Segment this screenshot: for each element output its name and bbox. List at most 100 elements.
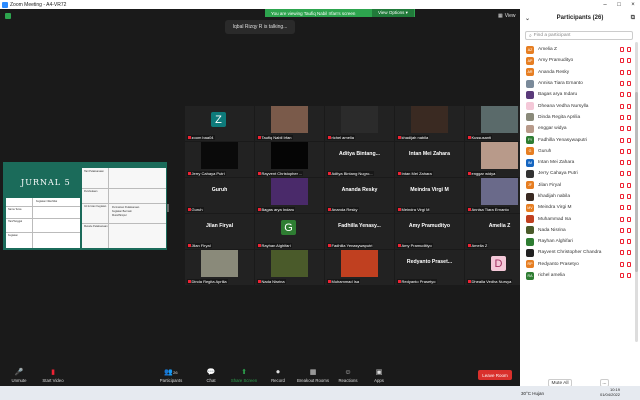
pop-out-icon[interactable]: ⧉ <box>631 15 635 22</box>
video-tile[interactable]: Zzoom baa04 <box>185 106 254 141</box>
video-tile[interactable]: Jilan Firyal Jilan Firyal <box>185 214 254 249</box>
participant-status-icons <box>620 126 631 132</box>
breakout-rooms-icon: ▦ <box>309 369 317 376</box>
shared-screen[interactable]: JURNAL 5 Kegiatan Nilai-Nilai Nama Tema … <box>3 162 167 250</box>
video-tile[interactable]: Jerry Cahaya Putri <box>185 142 254 177</box>
participant-avatar <box>526 215 534 224</box>
participant-avatar: FY <box>526 136 534 145</box>
clock: 10:19 01/04/2022 <box>600 387 620 398</box>
video-feed <box>271 106 308 133</box>
participant-status-icons <box>620 261 631 267</box>
video-tile[interactable]: Dinda Regita Aprilia <box>185 250 254 285</box>
participant-name: richel amelia <box>538 273 565 279</box>
participant-scrollbar[interactable] <box>635 42 638 342</box>
reactions-button[interactable]: ☺ Reactions <box>331 369 365 383</box>
mic-muted-icon <box>620 126 624 132</box>
mic-muted-icon <box>620 250 624 256</box>
video-tile[interactable]: richel amelia <box>325 106 394 141</box>
split-handle[interactable] <box>167 204 169 212</box>
reactions-label: Reactions <box>338 378 358 383</box>
video-tile[interactable]: Muhammad Isa <box>325 250 394 285</box>
participant-row[interactable]: RA richel amelia <box>520 270 634 281</box>
tile-display-name: Intan Mei Zahara <box>409 151 450 157</box>
tile-name-label: Amy Pramuditiyo <box>397 243 433 248</box>
participant-row[interactable]: Nada Nisrina <box>520 225 634 236</box>
search-icon: ⌕ <box>529 33 532 39</box>
chevron-down-icon[interactable]: ⌄ <box>525 15 530 22</box>
close-icon[interactable]: × <box>626 2 640 8</box>
unmute-button[interactable]: 🎤 Unmute <box>2 369 36 383</box>
video-tile[interactable]: Rayvent Christopher ... <box>255 142 324 177</box>
share-screen-button[interactable]: ⬆ Share Screen <box>227 369 261 383</box>
tile-display-name: Jilan Firyal <box>205 223 234 229</box>
participant-row[interactable]: enggar widya <box>520 123 634 134</box>
chat-icon: 💬 <box>206 369 216 376</box>
participant-row[interactable]: Muhammad Isa <box>520 213 634 224</box>
apps-button[interactable]: ▣ Apps <box>362 369 396 383</box>
participant-row[interactable]: IM Intan Mei Zahara <box>520 157 634 168</box>
chat-button[interactable]: 💬 Chat <box>194 369 228 383</box>
participant-row[interactable]: Rayvent Christopher Chandra <box>520 247 634 258</box>
video-tile[interactable]: Redyanto Praset... Redyanto Prasetyo <box>395 250 464 285</box>
maximize-icon[interactable]: □ <box>612 2 626 8</box>
video-off-icon <box>627 137 631 143</box>
participant-row[interactable]: AZ Amelia Z <box>520 44 634 55</box>
participant-row[interactable]: FY Fadhilla Yenasywaputri <box>520 134 634 145</box>
video-off-icon <box>627 261 631 267</box>
minimize-icon[interactable]: – <box>598 2 612 8</box>
participant-row[interactable]: Annisa Tiara Ernanto <box>520 78 634 89</box>
participant-avatar <box>526 226 534 235</box>
participant-row[interactable]: G Guruh <box>520 146 634 157</box>
video-tile[interactable]: Aditya Bintang... Aditya Bintang Nugro... <box>325 142 394 177</box>
participant-row[interactable]: Dinda Regita Aprilia <box>520 112 634 123</box>
video-tile[interactable]: Guruh Guruh <box>185 178 254 213</box>
mic-muted-icon <box>398 207 401 212</box>
participant-name: Redyanto Prasetyo <box>538 261 579 267</box>
participant-search-input[interactable]: ⌕ Find a participant <box>525 31 633 40</box>
participant-row[interactable]: RP Redyanto Prasetyo <box>520 259 634 270</box>
participant-avatar: AZ <box>526 45 534 54</box>
video-tile[interactable]: Fadhilla Yenasy... Fadhilla Yenasywaputri <box>325 214 394 249</box>
tile-name-label: Jilan Firyal <box>187 243 212 248</box>
participant-row[interactable]: AR Ananda Resky <box>520 67 634 78</box>
video-tile[interactable]: Amy Pramudityo Amy Pramuditiyo <box>395 214 464 249</box>
participant-row[interactable]: Jerry Cahaya Putri <box>520 168 634 179</box>
participant-row[interactable]: AP Amy Pramudityo <box>520 55 634 66</box>
video-tile[interactable]: Bagas arya Indaru <box>255 178 324 213</box>
participant-name: Bagas arya Indaru <box>538 92 578 98</box>
video-tile[interactable]: Meindra Virgi M Meindra Virgi M <box>395 178 464 213</box>
avatar: D <box>491 256 506 271</box>
participant-status-icons <box>620 81 631 87</box>
view-options-button[interactable]: View Options ▾ <box>372 9 414 17</box>
participant-row[interactable]: Dheana Vedha Nursylla <box>520 100 634 111</box>
participant-status-icons <box>620 194 631 199</box>
participants-button[interactable]: 👥26 Participants <box>154 369 188 383</box>
participant-row[interactable]: Rayhan Alghifari <box>520 236 634 247</box>
video-tile[interactable]: Intan Mei Zahara Intan Mei Zahara <box>395 142 464 177</box>
video-tile[interactable]: khadijah nabila <box>395 106 464 141</box>
breakout-rooms-button[interactable]: ▦ Breakout Rooms <box>296 369 330 383</box>
video-tile[interactable]: Ananda Resky Ananda Resky <box>325 178 394 213</box>
video-tile[interactable]: Nada Nisrina <box>255 250 324 285</box>
participant-name: Annisa Tiara Ernanto <box>538 81 583 87</box>
start-video-button[interactable]: ▮ Start Video <box>36 369 70 383</box>
participant-row[interactable]: MV Meindra Virgi M <box>520 202 634 213</box>
participant-row[interactable]: JF Jilan Firyal <box>520 180 634 191</box>
view-button[interactable]: ▦ View <box>498 13 515 19</box>
record-button[interactable]: ⏺ Record <box>261 369 295 383</box>
video-tile[interactable]: Taufiq Nabil Irfan <box>255 106 324 141</box>
leave-room-button[interactable]: Leave Room <box>478 370 512 380</box>
slide-left-table: Kegiatan Nilai-Nilai Nama Tema Hari/Tang… <box>6 198 80 248</box>
tile-name-label: Ananda Resky <box>327 207 359 212</box>
participant-row[interactable]: Bagas arya Indaru <box>520 89 634 100</box>
participant-status-icons <box>620 137 631 143</box>
shield-icon[interactable] <box>5 13 11 19</box>
video-feed <box>201 250 238 277</box>
video-tile[interactable]: G Rayhan Alghifari <box>255 214 324 249</box>
participant-row[interactable]: khadijah nabila <box>520 191 634 202</box>
participant-status-icons <box>620 92 631 98</box>
mic-muted-icon <box>188 207 191 212</box>
participant-status-icons <box>620 47 631 53</box>
zoom-logo-icon <box>2 1 8 8</box>
participant-avatar: G <box>526 147 534 156</box>
